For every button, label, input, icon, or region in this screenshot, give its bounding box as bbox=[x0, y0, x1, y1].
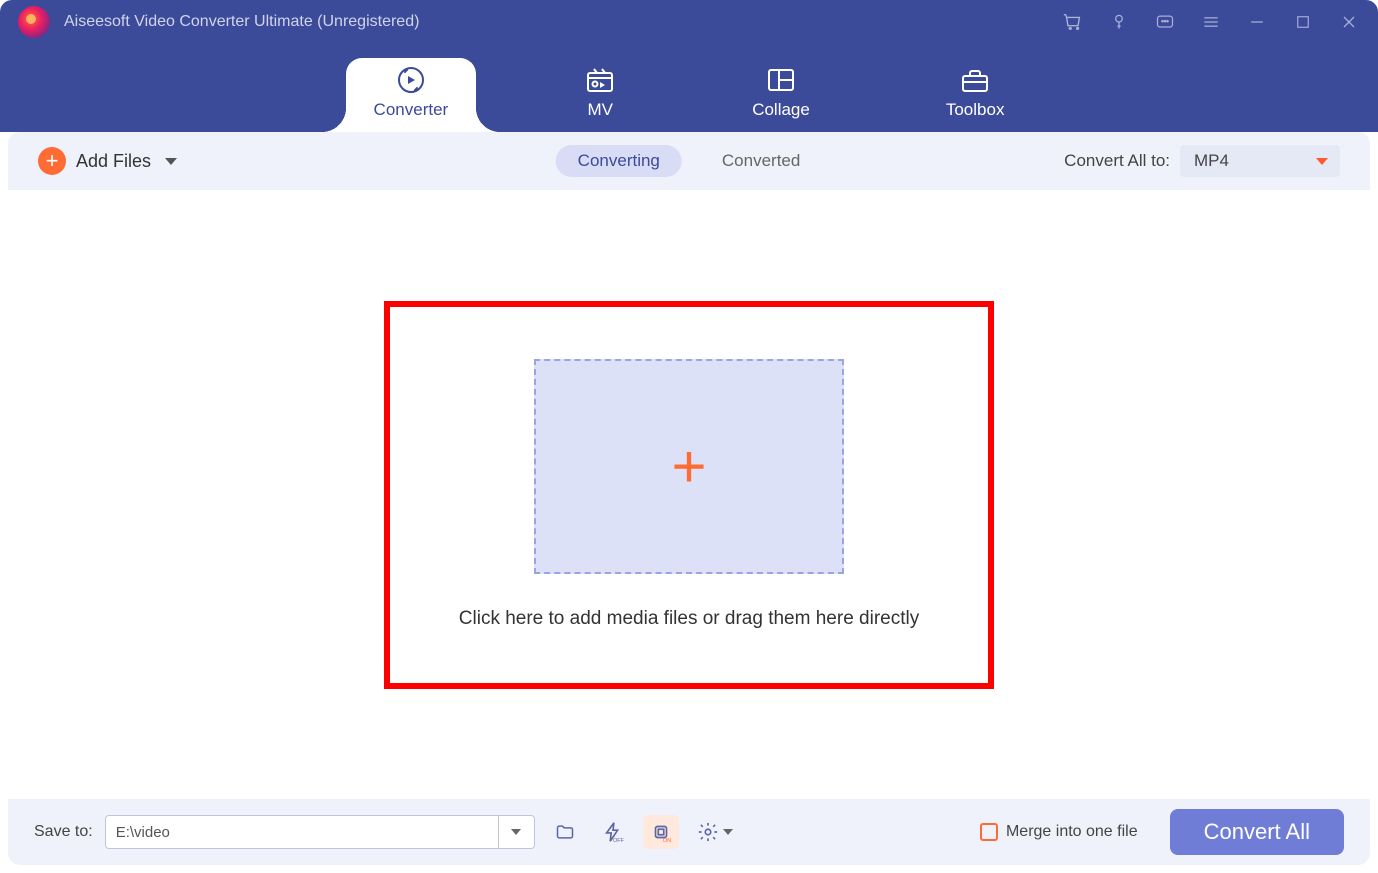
merge-checkbox[interactable]: Merge into one file bbox=[980, 823, 1138, 841]
tab-toolbox[interactable]: Toolbox bbox=[918, 58, 1033, 132]
save-path-dropdown[interactable] bbox=[498, 816, 534, 848]
tab-converter[interactable]: Converter bbox=[346, 58, 477, 132]
main-area: + Click here to add media files or drag … bbox=[8, 190, 1370, 799]
app-logo bbox=[18, 6, 50, 38]
checkbox-icon bbox=[980, 823, 998, 841]
settings-button[interactable] bbox=[691, 815, 739, 849]
add-files-button[interactable]: + Add Files bbox=[38, 147, 177, 175]
format-select[interactable]: MP4 bbox=[1180, 145, 1340, 177]
mv-icon bbox=[584, 66, 616, 94]
status-tabs: Converting Converted bbox=[556, 145, 823, 177]
chevron-down-icon bbox=[165, 158, 177, 165]
status-tab-converting[interactable]: Converting bbox=[556, 145, 682, 177]
status-tab-converted[interactable]: Converted bbox=[700, 145, 822, 177]
tab-mv[interactable]: MV bbox=[556, 58, 644, 132]
app-title: Aiseesoft Video Converter Ultimate (Unre… bbox=[64, 13, 419, 31]
main-tabs: Converter MV Collage Toolbox bbox=[0, 44, 1378, 132]
key-icon[interactable] bbox=[1108, 11, 1130, 33]
cart-icon[interactable] bbox=[1062, 11, 1084, 33]
collage-icon bbox=[765, 66, 797, 94]
converter-icon bbox=[395, 66, 427, 94]
svg-text:OFF: OFF bbox=[613, 838, 624, 843]
add-files-label: Add Files bbox=[76, 151, 151, 172]
convert-all-to-label: Convert All to: bbox=[1064, 151, 1170, 171]
save-path-input[interactable] bbox=[106, 824, 498, 841]
tab-collage[interactable]: Collage bbox=[724, 58, 838, 132]
toolbox-icon bbox=[959, 66, 991, 94]
tab-label: Toolbox bbox=[946, 100, 1005, 120]
svg-text:ON: ON bbox=[663, 838, 671, 843]
caret-down-icon bbox=[511, 829, 521, 835]
gpu-on-button[interactable]: ON bbox=[643, 815, 679, 849]
plus-icon: + bbox=[38, 147, 66, 175]
maximize-button[interactable] bbox=[1292, 11, 1314, 33]
plus-icon: + bbox=[671, 432, 706, 501]
high-speed-off-button[interactable]: OFF bbox=[595, 815, 631, 849]
drop-hint: Click here to add media files or drag th… bbox=[459, 608, 919, 630]
titlebar-top: Aiseesoft Video Converter Ultimate (Unre… bbox=[0, 0, 1378, 44]
drop-box[interactable]: + bbox=[534, 359, 844, 574]
minimize-button[interactable] bbox=[1246, 11, 1268, 33]
toolbar: + Add Files Converting Converted Convert… bbox=[8, 132, 1370, 190]
save-to-label: Save to: bbox=[34, 823, 93, 841]
tab-label: MV bbox=[587, 100, 613, 120]
titlebar: Aiseesoft Video Converter Ultimate (Unre… bbox=[0, 0, 1378, 132]
footer: Save to: OFF ON Merge into one file Conv… bbox=[8, 799, 1370, 865]
app-window: Aiseesoft Video Converter Ultimate (Unre… bbox=[0, 0, 1378, 873]
convert-all-button[interactable]: Convert All bbox=[1170, 809, 1344, 855]
menu-icon[interactable] bbox=[1200, 11, 1222, 33]
convert-all-to: Convert All to: MP4 bbox=[1064, 145, 1340, 177]
open-folder-button[interactable] bbox=[547, 815, 583, 849]
window-controls bbox=[1062, 11, 1360, 33]
caret-down-icon bbox=[1316, 158, 1328, 165]
merge-label: Merge into one file bbox=[1006, 823, 1138, 841]
format-value: MP4 bbox=[1194, 151, 1229, 171]
tab-label: Collage bbox=[752, 100, 810, 120]
drop-zone[interactable]: + Click here to add media files or drag … bbox=[384, 301, 994, 689]
caret-down-icon bbox=[723, 829, 733, 835]
close-button[interactable] bbox=[1338, 11, 1360, 33]
tab-label: Converter bbox=[374, 100, 449, 120]
save-path-select bbox=[105, 815, 535, 849]
feedback-icon[interactable] bbox=[1154, 11, 1176, 33]
